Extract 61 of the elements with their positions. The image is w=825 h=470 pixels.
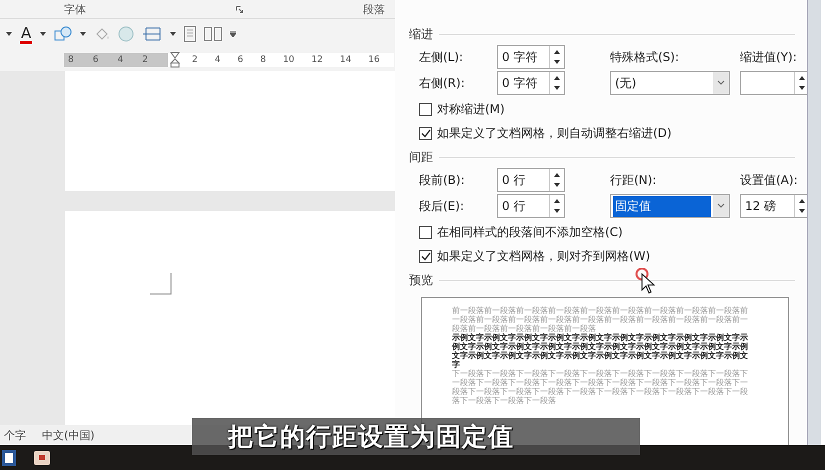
ruler-number: 2 <box>142 55 148 65</box>
spacing-at-spinner[interactable]: 12 磅 <box>740 194 807 218</box>
indent-marker-icon[interactable] <box>170 52 180 68</box>
checkbox-option[interactable]: 如果定义了文档网格，则自动调整右缩进(D) <box>419 125 672 142</box>
word-count: 个字 <box>4 428 26 442</box>
section-title: 间距 <box>409 149 433 166</box>
crop-mark-icon <box>150 273 172 295</box>
ruler-number: 14 <box>340 55 352 65</box>
shapes-icon[interactable] <box>54 26 72 42</box>
preview-text: 下一段落下一段落下一段落下一段落下一段落下一段落下一段落下一段落下一段落下一段落下一段落下一段落下一段落下一段落下一段落下一段落下一段落下一段落下一段落下一段落下一段落下一段落下一段落下一段落下一段落下一段落下一段落下一段落下一段落下一段落下一段落 <box>452 369 748 405</box>
line-spacing-icon[interactable] <box>142 27 162 41</box>
caret-icon[interactable] <box>6 32 12 36</box>
checkbox-option[interactable]: 如果定义了文档网格，则对齐到网格(W) <box>419 248 650 265</box>
section-title: 预览 <box>409 272 433 289</box>
caret-icon[interactable] <box>40 32 46 36</box>
checkbox-option[interactable]: 对称缩进(M) <box>419 101 505 118</box>
right-indent-spinner[interactable]: 0 字符 <box>497 71 565 95</box>
left-indent-spinner[interactable]: 0 字符 <box>497 45 565 69</box>
page-icon[interactable] <box>184 26 196 42</box>
ruler-number: 12 <box>311 55 323 65</box>
video-subtitle: 把它的行距设置为固定值 <box>192 418 640 455</box>
field-label: 行距(N): <box>610 172 658 188</box>
field-label: 段后(E): <box>419 198 465 214</box>
field-label: 左侧(L): <box>419 48 464 66</box>
special-indent-dropdown[interactable]: (无) <box>610 71 730 95</box>
caret-icon[interactable] <box>80 32 86 36</box>
space-after-spinner[interactable]: 0 行 <box>497 194 565 218</box>
checkmark-icon <box>420 252 430 261</box>
ruler-number: 2 <box>192 55 198 65</box>
dialog-launcher-icon[interactable] <box>236 6 243 12</box>
caret-icon[interactable] <box>170 32 176 36</box>
group-label: 字体 <box>64 2 86 16</box>
mouse-pointer-icon <box>635 268 657 294</box>
font-color-button[interactable]: A <box>20 24 32 44</box>
ruler-number: 4 <box>214 55 220 65</box>
field-label: 设置值(A): <box>740 172 799 188</box>
columns-icon[interactable] <box>204 27 222 41</box>
section-title: 缩进 <box>409 26 433 43</box>
field-label: 右侧(R): <box>419 74 466 92</box>
word-app-icon[interactable] <box>2 450 16 466</box>
preview-text: 前一段落前一段落前一段落前一段落前一段落前一段落前一段落前一段落前一段落前一段落前一段落前一段落前一段落前一段落前一段落前一段落前一段落前一段落前一段落前一段落前一段落前一段落前一段落 <box>452 306 748 333</box>
chevron-down-icon[interactable] <box>713 72 729 94</box>
more-icon[interactable] <box>230 31 236 37</box>
field-label: 段前(B): <box>419 172 466 188</box>
ruler-number: 6 <box>237 55 244 65</box>
ruler-number: 8 <box>68 55 74 65</box>
chevron-down-icon[interactable] <box>713 195 729 217</box>
ruler-number: 10 <box>282 55 294 65</box>
ruler-number: 4 <box>117 55 124 65</box>
field-label: 缩进值(Y): <box>740 48 798 66</box>
group-label: 段落 <box>363 2 385 16</box>
line-spacing-dropdown[interactable]: 固定值 <box>610 194 730 218</box>
ruler-number: 6 <box>92 55 98 65</box>
ruler-number: 16 <box>368 55 380 65</box>
space-before-spinner[interactable]: 0 行 <box>497 168 565 192</box>
preview-text: 示例文字示例文字示例文字示例文字示例文字示例文字示例文字示例文字示例文字示例文字示例文字示例文字示例文字示例文字示例文字示例文字示例文字示例文字示例文字示例文字示例文字示例文字示例文字示例文字示例文字示例文字示例文字示例文字 <box>452 333 748 369</box>
ruler-number: 8 <box>260 55 266 65</box>
checkmark-icon <box>420 129 430 138</box>
field-label: 特殊格式(S): <box>610 48 680 66</box>
checkbox-option[interactable]: 在相同样式的段落间不添加空格(C) <box>419 224 623 241</box>
language-indicator[interactable]: 中文(中国) <box>42 428 95 442</box>
